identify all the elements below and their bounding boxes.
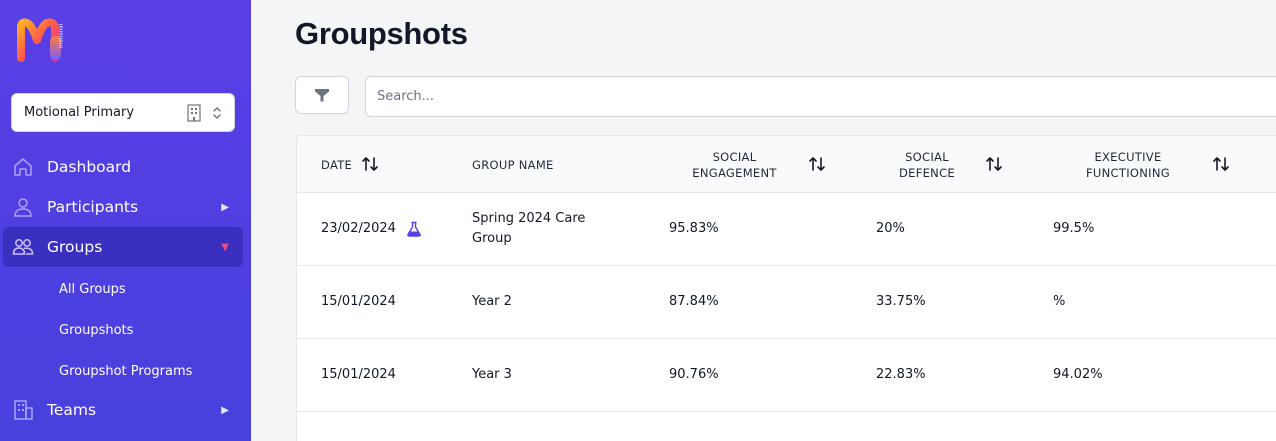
nav-item-groups-label: Groups bbox=[47, 238, 103, 256]
nav-item-teams[interactable]: Teams ▶ bbox=[3, 390, 243, 430]
column-header-date[interactable]: DATE bbox=[321, 158, 352, 172]
expand-arrow-icon: ▶ bbox=[221, 201, 229, 213]
building-icon bbox=[12, 399, 34, 421]
nav-item-groups[interactable]: Groups ▼ bbox=[3, 227, 243, 267]
collapse-arrow-icon: ▼ bbox=[221, 241, 229, 253]
user-icon bbox=[12, 196, 34, 218]
nav-item-teams-label: Teams bbox=[47, 401, 97, 419]
nav-item-participants-label: Participants bbox=[47, 198, 139, 216]
home-icon bbox=[12, 156, 34, 178]
sidebar: motional Motional Primary Dashboard Part… bbox=[0, 0, 251, 441]
filter-icon bbox=[315, 89, 329, 102]
cell-social-engagement: 87.84% bbox=[669, 294, 719, 309]
column-header-executive-functioning[interactable]: EXECUTIVE FUNCTIONING bbox=[1072, 149, 1184, 181]
cell-social-defence: 22.83% bbox=[876, 367, 926, 382]
column-header-group-name[interactable]: GROUP NAME bbox=[472, 158, 554, 172]
sort-icon[interactable] bbox=[985, 156, 1003, 172]
cell-date: 15/01/2024 bbox=[321, 367, 396, 382]
cell-group-name: Year 2 bbox=[472, 294, 512, 309]
nav-item-participants[interactable]: Participants ▶ bbox=[3, 187, 243, 227]
cell-social-engagement: 90.76% bbox=[669, 367, 719, 382]
cell-social-engagement: 95.83% bbox=[669, 221, 719, 236]
sort-icon[interactable] bbox=[361, 156, 379, 172]
cell-group-name: Spring 2024 Care Group bbox=[472, 211, 586, 246]
nav-item-dashboard[interactable]: Dashboard bbox=[3, 147, 243, 187]
cell-date: 15/01/2024 bbox=[321, 294, 396, 309]
flask-icon[interactable] bbox=[406, 221, 422, 237]
organisation-select[interactable]: Motional Primary bbox=[11, 93, 235, 132]
page-title: Groupshots bbox=[295, 16, 468, 51]
table-header: DATE GROUP NAME SOCIAL ENGAGEMENT SOCIAL… bbox=[297, 136, 1276, 193]
cell-social-defence: 33.75% bbox=[876, 294, 926, 309]
cell-date: 23/02/2024 bbox=[321, 221, 396, 236]
chevron-up-down-icon bbox=[213, 106, 221, 119]
sidebar-item-groupshot-programs[interactable]: Groupshot Programs bbox=[59, 364, 192, 379]
search-input[interactable] bbox=[365, 76, 1276, 117]
sort-icon[interactable] bbox=[1212, 156, 1230, 172]
users-group-icon bbox=[12, 236, 34, 258]
sort-icon[interactable] bbox=[808, 156, 826, 172]
cell-executive-functioning: % bbox=[1053, 294, 1066, 309]
sidebar-item-all-groups[interactable]: All Groups bbox=[59, 282, 126, 297]
expand-arrow-icon: ▶ bbox=[221, 404, 229, 416]
cell-group-name: Year 3 bbox=[472, 367, 512, 382]
building-icon bbox=[187, 103, 201, 122]
filter-button[interactable] bbox=[295, 76, 349, 114]
cell-executive-functioning: 99.5% bbox=[1053, 221, 1095, 236]
column-header-social-defence[interactable]: SOCIAL DEFENCE bbox=[882, 149, 972, 181]
cell-social-defence: 20% bbox=[876, 221, 905, 236]
sidebar-item-groupshots[interactable]: Groupshots bbox=[59, 323, 133, 338]
logo-text: motional bbox=[59, 23, 64, 48]
motional-logo[interactable]: motional bbox=[17, 18, 63, 62]
table-row[interactable]: 15/01/2024 Year 2 87.84% 33.75% % bbox=[297, 266, 1276, 339]
groupshots-table: DATE GROUP NAME SOCIAL ENGAGEMENT SOCIAL… bbox=[296, 135, 1276, 441]
column-header-social-engagement[interactable]: SOCIAL ENGAGEMENT bbox=[677, 149, 792, 181]
nav-item-dashboard-label: Dashboard bbox=[47, 158, 132, 176]
table-row[interactable]: 23/02/2024 Spring 2024 Care Group 95.83%… bbox=[297, 193, 1276, 266]
organisation-select-label: Motional Primary bbox=[24, 105, 135, 120]
table-row[interactable]: 15/01/2024 Year 3 90.76% 22.83% 94.02% bbox=[297, 339, 1276, 412]
cell-executive-functioning: 94.02% bbox=[1053, 367, 1103, 382]
